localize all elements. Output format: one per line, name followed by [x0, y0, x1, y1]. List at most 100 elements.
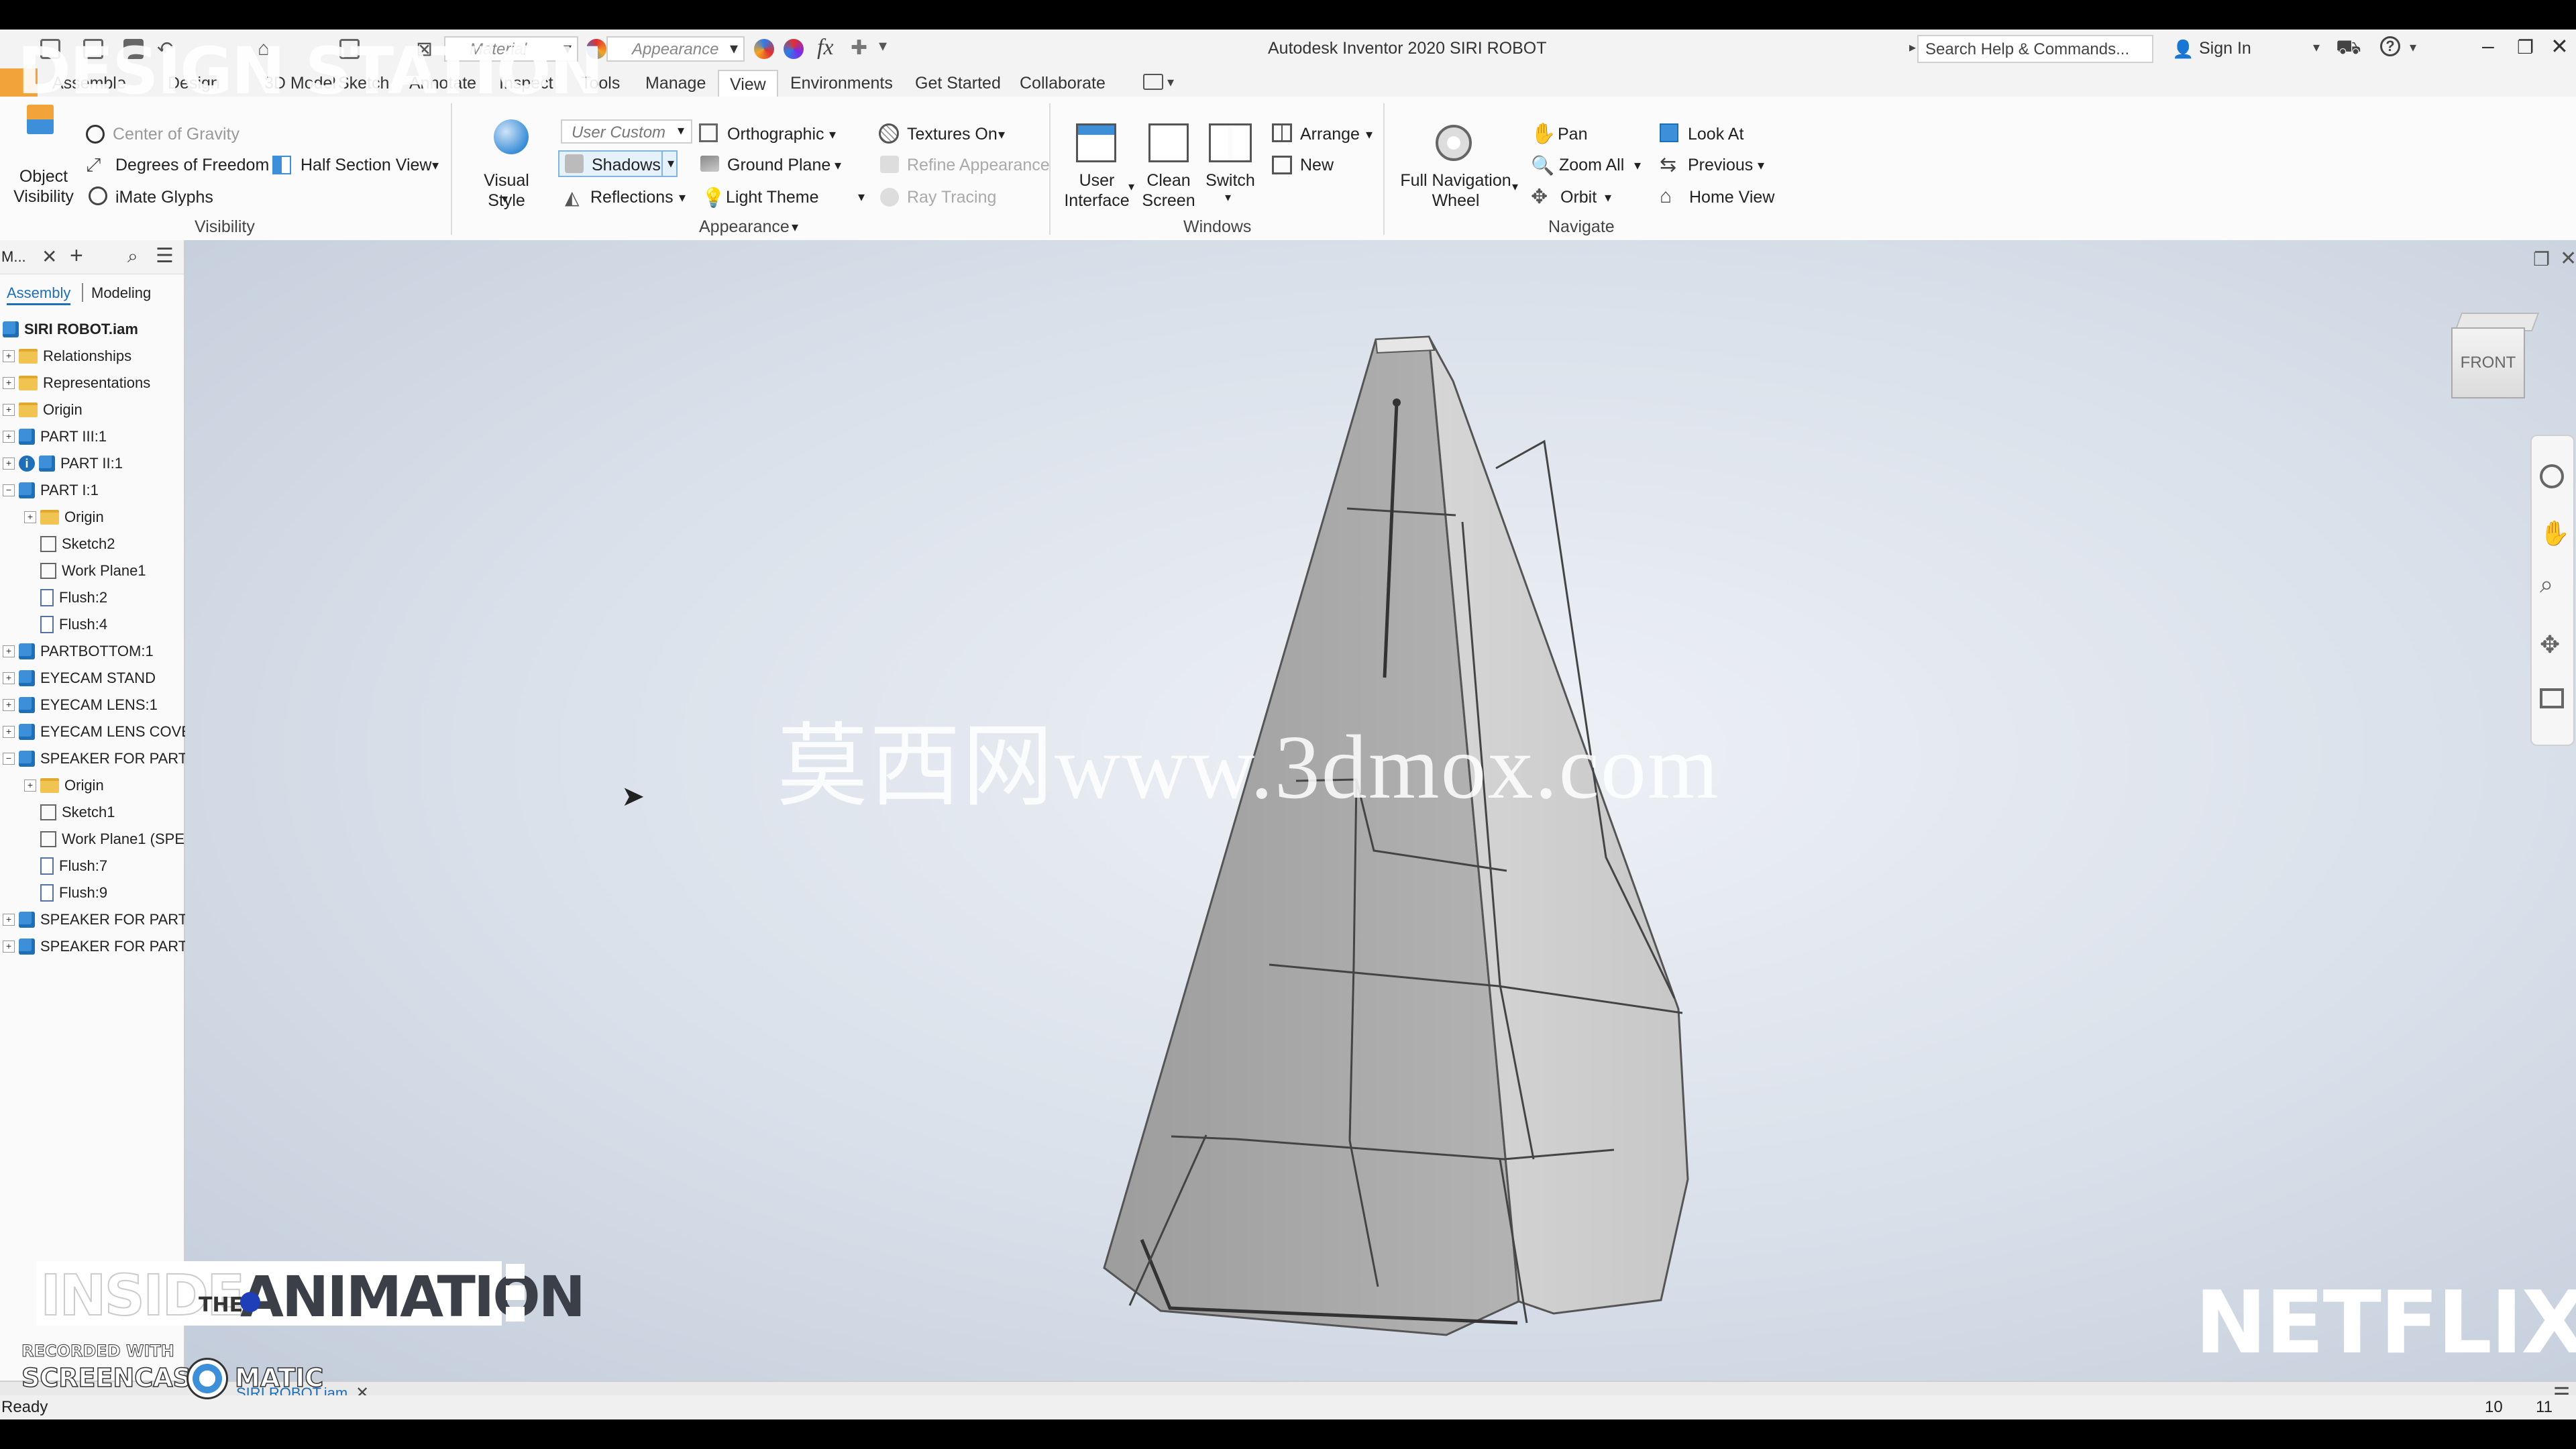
browser-add-icon[interactable]: +	[70, 243, 83, 269]
light-theme-label[interactable]: Light Theme	[726, 188, 819, 207]
tab-modeling[interactable]: Modeling	[91, 284, 151, 302]
expand-icon[interactable]: +	[3, 645, 15, 657]
degrees-of-freedom-icon[interactable]: ⤢	[86, 154, 101, 176]
object-visibility-label[interactable]: Object Visibility	[7, 166, 80, 207]
tree-node[interactable]: + EYECAM LENS COVER	[3, 719, 202, 745]
user-interface-dropdown-icon[interactable]: ▾	[1128, 180, 1134, 194]
nav-wheel-dropdown-icon[interactable]: ▾	[1512, 180, 1518, 194]
imate-glyphs-label[interactable]: iMate Glyphs	[115, 188, 213, 207]
tree-node[interactable]: + Representations	[3, 370, 150, 396]
center-of-gravity-label[interactable]: Center of Gravity	[113, 125, 239, 144]
tree-node[interactable]: + PARTBOTTOM:1	[3, 639, 154, 664]
pan-label[interactable]: Pan	[1558, 125, 1587, 144]
tab-environments[interactable]: Environments	[790, 74, 893, 93]
zoom-nav-icon[interactable]: ⌕	[2540, 570, 2553, 599]
tab-view[interactable]: View	[718, 70, 778, 99]
view-representation-dropdown[interactable]: User Custom	[561, 119, 692, 144]
arrange-dropdown-icon[interactable]: ▾	[1366, 126, 1373, 143]
clean-screen-icon[interactable]	[1148, 123, 1189, 162]
home-view-label[interactable]: Home View	[1689, 188, 1774, 207]
textures-on-label[interactable]: Textures On	[907, 125, 998, 144]
clear-appearance-icon[interactable]	[754, 39, 774, 59]
tab-collaborate[interactable]: Collaborate	[1020, 74, 1106, 93]
imate-glyphs-icon[interactable]	[89, 186, 107, 205]
customize-qa-icon[interactable]: ▾	[879, 36, 887, 56]
close-window-button[interactable]: ✕	[2551, 34, 2569, 59]
view-rep-dropdown-icon[interactable]: ▾	[678, 122, 684, 139]
tree-node[interactable]: + PART III:1	[3, 424, 107, 449]
tree-node[interactable]: + SPEAKER FOR PART I	[3, 934, 195, 959]
new-window-label[interactable]: New	[1300, 156, 1334, 175]
expand-icon[interactable]: +	[3, 699, 15, 711]
maximize-viewport-icon[interactable]: ❐	[2533, 248, 2550, 270]
minimize-button[interactable]: –	[2482, 34, 2494, 58]
full-navigation-wheel-icon[interactable]	[1436, 125, 1472, 161]
browser-title[interactable]: M...	[1, 248, 26, 266]
expand-icon[interactable]: +	[3, 404, 15, 416]
zoom-all-label[interactable]: Zoom All	[1559, 156, 1624, 175]
orthographic-label[interactable]: Orthographic	[727, 125, 824, 144]
expand-icon[interactable]: +	[3, 377, 15, 389]
info-icon[interactable]: i	[19, 455, 35, 472]
expand-icon[interactable]: +	[3, 350, 15, 362]
ground-plane-dropdown-icon[interactable]: ▾	[835, 157, 841, 174]
object-visibility-icon[interactable]	[27, 105, 54, 134]
switch-icon[interactable]	[1209, 123, 1252, 162]
orbit-icon[interactable]: ✥	[1531, 185, 1548, 209]
restore-button[interactable]: ❐	[2517, 36, 2534, 58]
textures-dropdown-icon[interactable]: ▾	[998, 126, 1005, 143]
expand-icon[interactable]: +	[3, 726, 15, 738]
appearance-panel-dropdown-icon[interactable]: ▾	[792, 219, 798, 235]
tab-get-started[interactable]: Get Started	[915, 74, 1001, 93]
appearance-panel-label[interactable]: Appearance	[699, 217, 790, 237]
orthographic-icon[interactable]	[699, 123, 718, 142]
sign-in-link[interactable]: Sign In	[2199, 39, 2251, 58]
previous-view-label[interactable]: Previous	[1688, 156, 1753, 175]
steering-wheel-icon[interactable]	[2540, 464, 2564, 488]
view-cube[interactable]: FRONT	[2451, 313, 2540, 401]
look-at-nav-icon[interactable]	[2540, 688, 2564, 708]
expand-icon[interactable]: +	[3, 672, 15, 684]
tree-node[interactable]: + SPEAKER FOR PART I	[3, 907, 195, 932]
degrees-of-freedom-label[interactable]: Degrees of Freedom	[115, 156, 269, 175]
adjust-appearance-icon[interactable]	[784, 39, 804, 59]
pan-icon[interactable]: ✋	[1531, 122, 1556, 146]
new-window-icon[interactable]	[1272, 156, 1292, 174]
light-theme-dropdown-icon[interactable]: ▾	[852, 186, 871, 208]
switch-dropdown-icon[interactable]: ▾	[1225, 191, 1231, 205]
shadows-dropdown-icon[interactable]: ▾	[661, 150, 679, 177]
tree-node[interactable]: Flush:4	[24, 612, 107, 637]
ground-plane-icon[interactable]	[700, 156, 719, 172]
orbit-dropdown-icon[interactable]: ▾	[1605, 189, 1611, 206]
expand-icon[interactable]: +	[3, 914, 15, 926]
tree-node[interactable]: + i PART II:1	[3, 451, 123, 476]
tree-node[interactable]: Flush:9	[24, 880, 107, 906]
user-interface-label[interactable]: User Interface	[1060, 170, 1134, 211]
arrange-icon[interactable]	[1272, 123, 1292, 142]
home-view-icon[interactable]: ⌂	[1660, 185, 1672, 208]
graphics-viewport[interactable]: ➤ FRONT ❐ ✕ ✋ ⌕ ✥ 莫西网www.3dmox.com NETFL…	[185, 240, 2576, 1381]
ground-plane-label[interactable]: Ground Plane	[727, 156, 830, 175]
expand-icon[interactable]: +	[24, 780, 36, 792]
previous-view-icon[interactable]: ⇆	[1660, 153, 1676, 176]
orthographic-dropdown-icon[interactable]: ▾	[829, 126, 836, 143]
tree-node[interactable]: − PART I:1	[3, 478, 99, 503]
tab-assembly[interactable]: Assembly	[7, 284, 71, 305]
tree-node[interactable]: SIRI ROBOT.iam	[3, 317, 138, 342]
visual-style-dropdown-icon[interactable]: ▾	[502, 192, 508, 206]
cart-icon[interactable]: ⛟	[2336, 36, 2361, 62]
tree-node[interactable]: Flush:2	[24, 585, 107, 610]
switch-label[interactable]: Switch	[1203, 170, 1257, 191]
tab-manage[interactable]: Manage	[645, 74, 706, 93]
help-dropdown-icon[interactable]: ▾	[2410, 39, 2416, 56]
arrange-label[interactable]: Arrange	[1300, 125, 1360, 144]
reflections-icon[interactable]: ◭	[565, 186, 580, 209]
add-icon[interactable]: ✚	[851, 36, 867, 60]
user-interface-icon[interactable]	[1076, 123, 1116, 162]
tree-node[interactable]: + EYECAM LENS:1	[3, 692, 158, 718]
tree-node[interactable]: Work Plane1	[24, 558, 146, 584]
expand-icon[interactable]: +	[3, 431, 15, 443]
browser-close-icon[interactable]: ✕	[42, 246, 57, 268]
collapse-icon[interactable]: −	[3, 753, 15, 765]
visual-style-icon[interactable]	[494, 119, 529, 154]
